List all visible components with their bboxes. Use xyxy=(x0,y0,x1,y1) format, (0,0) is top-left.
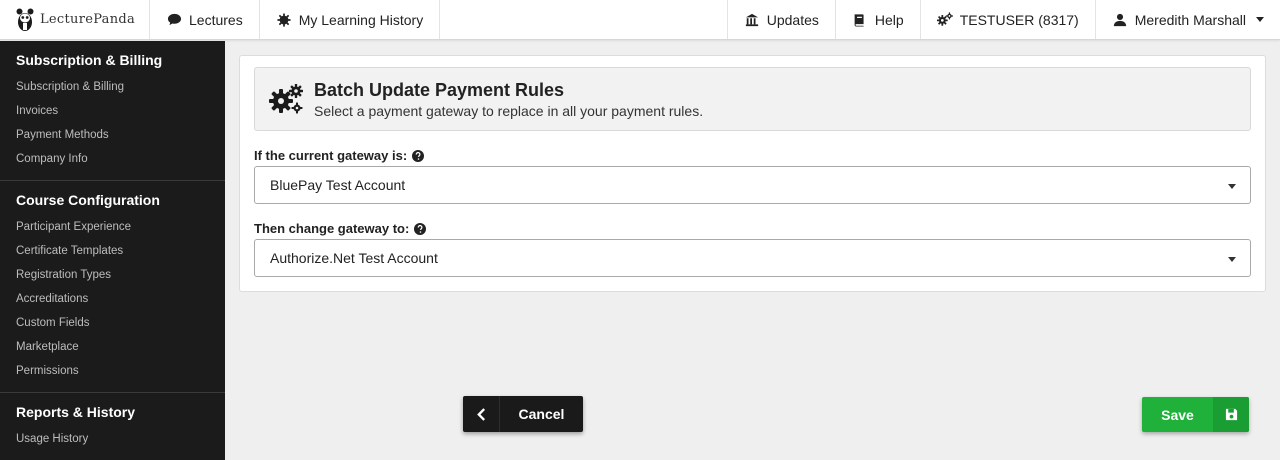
gears-icon xyxy=(269,84,303,114)
sidebar-item-subscription-billing[interactable]: Subscription & Billing xyxy=(16,75,209,99)
batch-update-panel: Batch Update Payment Rules Select a paym… xyxy=(239,55,1266,292)
nav-lectures-label: Lectures xyxy=(189,11,243,28)
sidebar-item-marketplace[interactable]: Marketplace xyxy=(16,335,209,359)
sidebar-item-accreditations[interactable]: Accreditations xyxy=(16,287,209,311)
cancel-button[interactable]: Cancel xyxy=(463,396,583,432)
sidebar-item-certificate-templates[interactable]: Certificate Templates xyxy=(16,239,209,263)
cancel-button-label: Cancel xyxy=(518,406,565,422)
comment-icon xyxy=(166,12,182,28)
top-navbar: LecturePanda Lectures My Learning Histor… xyxy=(0,0,1280,40)
nav-user-menu[interactable]: Meredith Marshall xyxy=(1096,0,1280,39)
nav-help-label: Help xyxy=(874,11,904,28)
chevron-down-icon xyxy=(1256,17,1264,22)
sidebar-section-billing: Subscription & Billing Subscription & Bi… xyxy=(0,41,225,181)
nav-lectures[interactable]: Lectures xyxy=(150,0,260,39)
panda-logo-icon xyxy=(16,8,34,31)
save-button-label: Save xyxy=(1161,406,1194,423)
chevron-left-icon xyxy=(463,396,500,432)
panel-header: Batch Update Payment Rules Select a paym… xyxy=(254,67,1251,131)
nav-account-label: TESTUSER (8317) xyxy=(959,11,1079,28)
user-icon xyxy=(1112,12,1128,28)
gear-icon xyxy=(276,12,292,28)
new-gateway-select[interactable]: Authorize.Net Test Account xyxy=(254,239,1251,277)
sidebar-section-title: Subscription & Billing xyxy=(16,52,163,68)
sidebar-section-title: Reports & History xyxy=(16,404,136,420)
sidebar-item-permissions[interactable]: Permissions xyxy=(16,359,209,383)
chevron-down-icon xyxy=(1228,184,1236,189)
nav-learning-history[interactable]: My Learning History xyxy=(260,0,441,39)
sidebar-section-course-config: Course Configuration Participant Experie… xyxy=(0,181,225,393)
nav-help[interactable]: Help xyxy=(834,0,921,39)
current-gateway-label: If the current gateway is: xyxy=(254,148,425,163)
sidebar-item-participant-experience[interactable]: Participant Experience xyxy=(16,215,209,239)
nav-updates[interactable]: Updates xyxy=(726,0,835,39)
brand-logo[interactable]: LecturePanda xyxy=(0,0,150,39)
save-button[interactable]: Save xyxy=(1142,397,1249,432)
book-icon xyxy=(852,12,868,28)
sidebar-item-company-info[interactable]: Company Info xyxy=(16,147,209,171)
sidebar: Subscription & Billing Subscription & Bi… xyxy=(0,41,225,460)
sidebar-item-registration-types[interactable]: Registration Types xyxy=(16,263,209,287)
sidebar-item-invoices[interactable]: Invoices xyxy=(16,99,209,123)
nav-user-label: Meredith Marshall xyxy=(1134,11,1246,28)
sidebar-section-reports: Reports & History Usage History xyxy=(0,393,225,460)
nav-account[interactable]: TESTUSER (8317) xyxy=(921,0,1096,39)
question-circle-icon[interactable] xyxy=(414,222,427,235)
sidebar-item-custom-fields[interactable]: Custom Fields xyxy=(16,311,209,335)
page-title: Batch Update Payment Rules xyxy=(314,80,565,100)
brand-name: LecturePanda xyxy=(40,12,136,27)
gears-icon xyxy=(936,12,953,28)
page-subtitle: Select a payment gateway to replace in a… xyxy=(314,103,704,119)
updates-icon xyxy=(744,12,760,28)
sidebar-item-payment-methods[interactable]: Payment Methods xyxy=(16,123,209,147)
current-gateway-value: BluePay Test Account xyxy=(270,177,406,193)
sidebar-section-title: Course Configuration xyxy=(16,192,160,208)
sidebar-item-usage-history[interactable]: Usage History xyxy=(16,427,209,451)
question-circle-icon[interactable] xyxy=(412,149,425,162)
change-gateway-label-text: Then change gateway to: xyxy=(254,221,410,236)
change-gateway-label: Then change gateway to: xyxy=(254,221,427,236)
current-gateway-label-text: If the current gateway is: xyxy=(254,148,408,163)
new-gateway-value: Authorize.Net Test Account xyxy=(270,250,438,266)
floppy-disk-icon xyxy=(1213,397,1249,432)
nav-updates-label: Updates xyxy=(766,11,819,28)
nav-learning-history-label: My Learning History xyxy=(298,11,424,28)
current-gateway-select[interactable]: BluePay Test Account xyxy=(254,166,1251,204)
chevron-down-icon xyxy=(1228,257,1236,262)
